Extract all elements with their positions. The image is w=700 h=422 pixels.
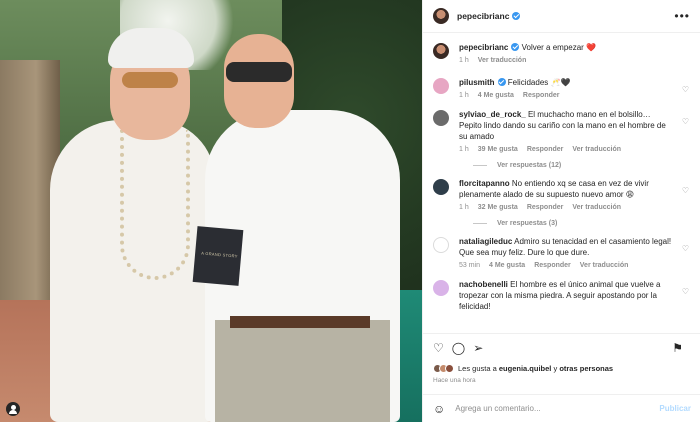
comment-text: Felicidades 🥂🖤 [507,78,571,87]
comment-reply-button[interactable]: Responder [527,145,564,154]
photo-necklaces [120,130,190,280]
comment-translate-link[interactable]: Ver traducción [572,203,621,212]
post-time: Hace una hora [433,377,476,384]
comment-translate-link[interactable]: Ver traducción [572,145,621,154]
comment-likes[interactable]: 32 Me gusta [478,203,518,212]
comment: sylviao_de_rock_ El muchacho mano en el … [433,109,691,154]
caption-time: 1 h [459,57,469,64]
caption-username[interactable]: pepecibrianc [459,43,508,52]
heart-icon[interactable]: ♡ [682,186,689,195]
caption-avatar[interactable] [433,43,449,59]
comment-reply-button[interactable]: Responder [523,91,560,100]
post-actions: ♡ ◯ ➢ ⚑ Les gusta a eugenia.quibel y otr… [423,333,700,384]
share-icon[interactable]: ➢ [473,341,483,355]
comment-reply-button[interactable]: Responder [534,261,571,270]
comment-avatar[interactable] [433,78,449,94]
heart-icon[interactable]: ♡ [682,244,689,253]
heart-icon[interactable]: ♡ [682,117,689,126]
comment-time: 1 h [459,204,469,211]
comment-avatar[interactable] [433,110,449,126]
view-replies-button[interactable]: Ver respuestas (12) [473,162,691,169]
more-icon[interactable]: ••• [674,9,690,23]
post-side-panel: pepecibrianc ••• pepecibrianc Volver a e… [422,0,700,422]
comment-username[interactable]: pilusmith [459,78,495,87]
photo-belt [230,316,370,328]
verified-icon [497,78,506,86]
comment-username[interactable]: nachobenelli [459,280,508,289]
caption-text: Volver a empezar ❤️ [521,43,597,52]
likes-summary[interactable]: Les gusta a eugenia.quibel y otras perso… [433,364,691,373]
verified-icon [511,43,520,51]
photo-hair-left [108,28,194,68]
photo-glasses-right [226,62,292,82]
view-replies-label[interactable]: Ver respuestas (12) [497,162,561,169]
replies-line [473,223,487,224]
photo-pants-right [215,320,390,422]
comment-time: 1 h [459,146,469,153]
comment-time: 53 min [459,262,481,269]
verified-icon [512,12,521,20]
caption-translate-link[interactable]: Ver traducción [478,56,527,65]
heart-icon[interactable]: ♡ [433,341,444,355]
comment-time: 1 h [459,92,469,99]
action-icons: ♡ ◯ ➢ ⚑ [433,340,691,356]
comments-list[interactable]: pepecibrianc Volver a empezar ❤️ 1 h Ver… [423,36,700,331]
comment-likes[interactable]: 4 Me gusta [478,91,514,100]
comment: nachobenelli El hombre es el único anima… [433,279,691,312]
comment-likes[interactable]: 39 Me gusta [478,145,518,154]
likes-prefix: Les gusta a [458,364,499,373]
comment-username[interactable]: nataliagileduc [459,237,512,246]
comment-reply-button[interactable]: Responder [527,203,564,212]
comment-icon[interactable]: ◯ [452,341,465,355]
comment: florcitapanno No entiendo xq se casa en … [433,178,691,212]
bookmark-icon[interactable]: ⚑ [672,341,683,355]
heart-icon[interactable]: ♡ [682,287,689,296]
liker-avatar [445,364,454,373]
view-replies-button[interactable]: Ver respuestas (3) [473,220,691,227]
book-title: A GRAND STORY [200,250,238,259]
comment: nataliagileduc Admiro su tenacidad en el… [433,236,691,270]
author-avatar[interactable] [433,8,449,24]
comment-username[interactable]: sylviao_de_rock_ [459,110,526,119]
view-replies-label[interactable]: Ver respuestas (3) [497,220,557,227]
user-tag-icon[interactable] [6,402,20,416]
comment-avatar[interactable] [433,237,449,253]
post-header: pepecibrianc ••• [423,0,700,33]
caption: pepecibrianc Volver a empezar ❤️ 1 h Ver… [433,42,691,65]
photo-book: A GRAND STORY [192,226,244,286]
author-username[interactable]: pepecibrianc [457,11,509,21]
replies-line [473,165,487,166]
comment-likes[interactable]: 4 Me gusta [489,261,525,270]
emoji-icon[interactable]: ☺ [433,402,445,416]
likes-user[interactable]: eugenia.quibel [499,364,552,373]
comment-avatar[interactable] [433,280,449,296]
post-photo[interactable]: A GRAND STORY [0,0,422,422]
likes-text[interactable]: Les gusta a eugenia.quibel y otras perso… [458,364,613,373]
comment-avatar[interactable] [433,179,449,195]
comment-username[interactable]: florcitapanno [459,179,510,188]
comment-translate-link[interactable]: Ver traducción [580,261,629,270]
heart-icon[interactable]: ♡ [682,85,689,94]
photo-glasses-left [122,72,178,88]
comment: pilusmith Felicidades 🥂🖤 1 h 4 Me gusta … [433,77,691,100]
publish-button[interactable]: Publicar [659,404,691,413]
add-comment-bar: ☺ Publicar [423,394,700,422]
likes-others[interactable]: otras personas [559,364,613,373]
comment-input[interactable] [455,404,660,413]
